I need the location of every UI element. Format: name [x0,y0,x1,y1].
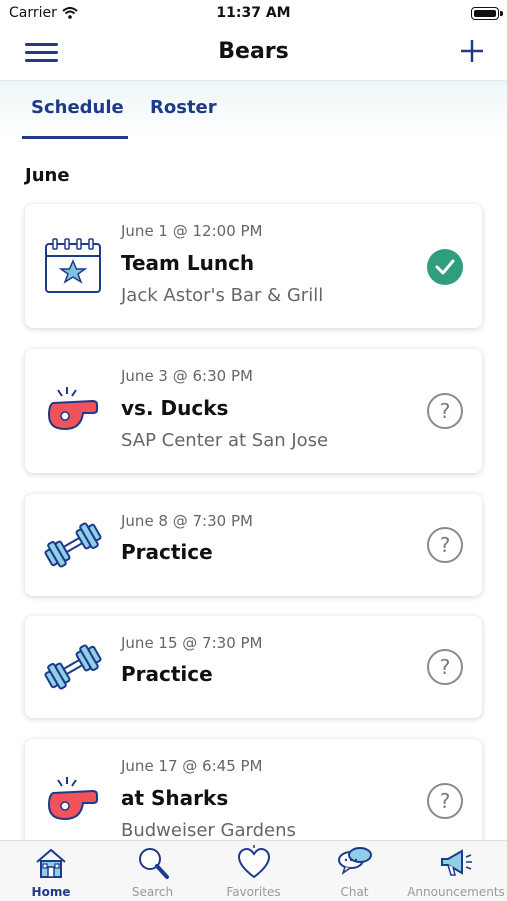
tabbar-announcements[interactable]: Announcements [405,841,507,901]
tab-roster[interactable]: Roster [150,97,217,118]
home-icon [36,848,66,878]
tabbar-label: Home [31,885,71,899]
rsvp-confirmed-button[interactable] [427,249,463,285]
tabbar-label: Announcements [407,885,505,899]
event-card[interactable]: June 3 @ 6:30 PM vs. Ducks SAP Center at… [25,349,482,473]
plus-icon [461,40,483,62]
bottom-tab-bar: Home Search Favorites Chat Announcements [0,840,507,901]
tabbar-label: Search [131,885,174,899]
tabbar-search[interactable]: Search [102,841,203,901]
whistle-icon [47,387,98,431]
event-title: Practice [121,540,213,564]
event-card[interactable]: June 15 @ 7:30 PM Practice ? [25,616,482,718]
status-bar: Carrier 11:37 AM [0,0,507,28]
tab-schedule[interactable]: Schedule [31,97,124,118]
megaphone-icon [441,849,472,876]
event-card[interactable]: June 8 @ 7:30 PM Practice ? [25,494,482,596]
event-title: at Sharks [121,786,229,810]
dumbbell-icon [44,644,102,690]
event-title: Team Lunch [121,251,255,275]
event-location: Jack Astor's Bar & Grill [121,285,324,306]
tabbar-label: Chat [340,885,369,899]
event-card[interactable]: June 1 @ 12:00 PM Team Lunch Jack Astor'… [25,204,482,328]
month-header: June [25,165,70,186]
heart-icon [237,845,270,879]
tabbar-home[interactable]: Home [0,841,102,901]
event-title: Practice [121,662,213,686]
rsvp-unknown-button[interactable]: ? [427,393,463,429]
search-icon [138,848,169,879]
battery-icon [471,7,503,20]
tabbar-chat[interactable]: Chat [304,841,405,901]
event-date: June 3 @ 6:30 PM [121,367,253,385]
rsvp-unknown-button[interactable]: ? [427,783,463,819]
event-date: June 8 @ 7:30 PM [121,512,253,530]
tabbar-favorites[interactable]: Favorites [203,841,304,901]
status-time: 11:37 AM [216,5,291,21]
tabbar-label: Favorites [226,885,281,899]
chat-icon [337,847,372,875]
checkmark-icon [435,259,455,275]
rsvp-unknown-button[interactable]: ? [427,527,463,563]
whistle-icon [47,777,98,821]
event-date: June 17 @ 6:45 PM [121,757,263,775]
event-location: Budweiser Gardens [121,820,296,841]
page-title: Bears [218,39,289,64]
schedule-roster-tabs: Schedule Roster [0,81,507,139]
event-title: vs. Ducks [121,396,229,420]
dumbbell-icon [44,522,102,568]
rsvp-unknown-button[interactable]: ? [427,649,463,685]
event-location: SAP Center at San Jose [121,430,329,451]
navigation-bar: Bears [0,28,507,81]
add-button[interactable] [459,38,485,64]
calendar-star-icon [45,238,101,293]
event-date: June 1 @ 12:00 PM [121,222,263,240]
active-tab-indicator [22,136,128,139]
event-date: June 15 @ 7:30 PM [121,634,263,652]
